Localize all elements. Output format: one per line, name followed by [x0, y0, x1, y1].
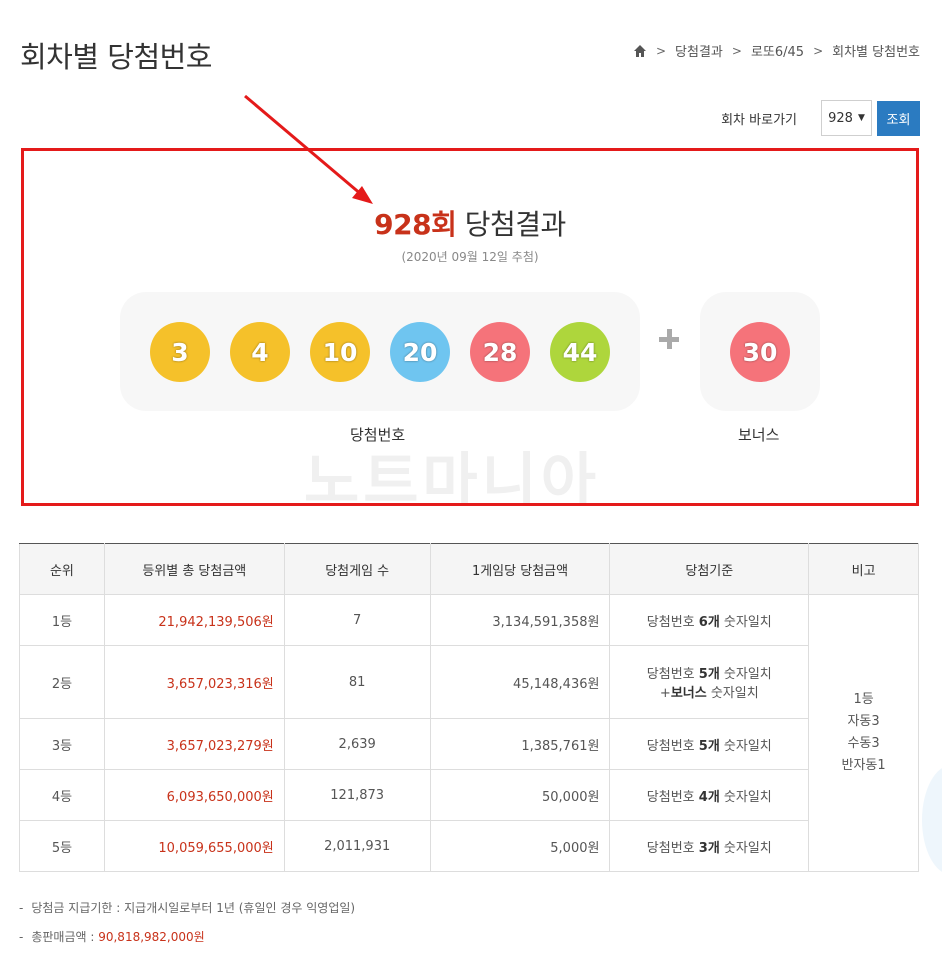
round-nav-label: 회차 바로가기	[721, 112, 797, 128]
result-title: 928회 당첨결과	[24, 203, 916, 243]
header-winners: 당첨게임 수	[283, 543, 431, 595]
table-row: 3등 3,657,023,279원 2,639 1,385,761원 당첨번호 …	[19, 718, 919, 770]
cell-per-game: 5,000원	[429, 820, 611, 872]
table-row: 5등 10,059,655,000원 2,011,931 5,000원 당첨번호…	[19, 820, 919, 872]
cell-winners: 7	[283, 594, 431, 646]
cell-winners: 2,011,931	[283, 820, 431, 872]
cell-criteria: 당첨번호 6개 숫자일치	[609, 594, 810, 646]
table-row: 4등 6,093,650,000원 121,873 50,000원 당첨번호 4…	[19, 769, 919, 821]
table-row: 2등 3,657,023,316원 81 45,148,436원 당첨번호 5개…	[19, 645, 919, 719]
ball-3: 10	[310, 322, 370, 382]
cell-criteria: 당첨번호 4개 숫자일치	[609, 769, 810, 821]
cell-rank: 4등	[19, 769, 105, 821]
cell-rank: 2등	[19, 645, 105, 719]
footnotes: - 당첨금 지급기한 : 지급개시일로부터 1년 (휴일인 경우 익영업일) -총…	[19, 899, 355, 956]
breadcrumb-item-results[interactable]: 당첨결과	[675, 41, 723, 60]
header-per-game: 1게임당 당첨금액	[429, 543, 611, 595]
cell-note: 1등 자동3 수동3 반자동1	[808, 594, 919, 872]
result-round: 928회	[374, 208, 457, 241]
table-row: 1등 21,942,139,506원 7 3,134,591,358원 당첨번호…	[19, 594, 919, 872]
plus-icon	[657, 327, 683, 353]
ball-2: 4	[230, 322, 290, 382]
header-rank: 순위	[19, 543, 105, 595]
winning-numbers-label: 당첨번호	[350, 426, 406, 444]
prize-table: 순위 등위별 총 당첨금액 당첨게임 수 1게임당 당첨금액 당첨기준 비고 1…	[19, 543, 919, 872]
result-title-suffix: 당첨결과	[464, 208, 567, 241]
cell-total: 6,093,650,000원	[103, 769, 285, 821]
cell-total: 3,657,023,316원	[103, 645, 285, 719]
cell-per-game: 45,148,436원	[429, 645, 611, 719]
cell-winners: 121,873	[283, 769, 431, 821]
chevron-right-icon: >	[813, 43, 824, 58]
watermark: 노트마니아	[304, 447, 600, 506]
footnote-sales: - 총판매금액 : 90,818,982,000원	[19, 930, 205, 944]
total-sales-value: 90,818,982,000원	[98, 930, 205, 944]
cell-per-game: 1,385,761원	[429, 718, 611, 770]
breadcrumb-item-lotto645[interactable]: 로또6/45	[751, 41, 804, 60]
cell-total: 3,657,023,279원	[103, 718, 285, 770]
caret-down-icon: ▼	[857, 113, 865, 123]
footnote-payout: - 당첨금 지급기한 : 지급개시일로부터 1년 (휴일인 경우 익영업일)	[19, 901, 356, 915]
cell-per-game: 50,000원	[429, 769, 611, 821]
cell-winners: 2,639	[283, 718, 431, 770]
cell-rank: 5등	[19, 820, 105, 872]
page-title: 회차별 당첨번호	[20, 40, 212, 74]
header-total: 등위별 총 당첨금액	[103, 543, 285, 595]
table-header-row: 순위 등위별 총 당첨금액 당첨게임 수 1게임당 당첨금액 당첨기준 비고	[19, 543, 919, 595]
result-box: 노트마니아 928회 당첨결과 (2020년 09월 12일 추첨) 3 4 1…	[21, 148, 919, 506]
chevron-right-icon: >	[655, 43, 667, 58]
home-icon[interactable]	[633, 44, 647, 58]
chevron-right-icon: >	[731, 43, 742, 58]
bonus-label: 보너스	[738, 426, 780, 444]
round-select-value: 928	[828, 110, 853, 126]
bonus-panel: 30	[700, 292, 820, 411]
winning-numbers-panel: 3 4 10 20 28 44	[120, 292, 640, 411]
round-select[interactable]: 928 ▼	[821, 100, 872, 136]
search-button[interactable]: 조회	[877, 100, 920, 136]
cell-total: 10,059,655,000원	[103, 820, 285, 872]
cell-criteria: 당첨번호 5개 숫자일치	[609, 718, 810, 770]
cell-rank: 1등	[19, 594, 105, 646]
ball-1: 3	[150, 322, 210, 382]
decorative-shape	[922, 765, 942, 875]
bonus-ball: 30	[730, 322, 790, 382]
cell-winners: 81	[283, 645, 431, 719]
ball-5: 28	[470, 322, 530, 382]
cell-rank: 3등	[19, 718, 105, 770]
breadcrumb: > 당첨결과 > 로또6/45 > 회차별 당첨번호	[633, 41, 920, 60]
ball-4: 20	[390, 322, 450, 382]
breadcrumb-item-current: 회차별 당첨번호	[832, 45, 920, 60]
header-note: 비고	[808, 543, 919, 595]
round-navigator: 회차 바로가기 928 ▼ 조회	[721, 100, 920, 136]
draw-date: (2020년 09월 12일 추첨)	[401, 250, 539, 264]
cell-total: 21,942,139,506원	[103, 594, 285, 646]
cell-criteria: 당첨번호 5개 숫자일치 +보너스 숫자일치	[609, 645, 810, 719]
ball-6: 44	[550, 322, 610, 382]
cell-criteria: 당첨번호 3개 숫자일치	[609, 820, 810, 872]
cell-per-game: 3,134,591,358원	[429, 594, 611, 646]
header-criteria: 당첨기준	[609, 543, 810, 595]
